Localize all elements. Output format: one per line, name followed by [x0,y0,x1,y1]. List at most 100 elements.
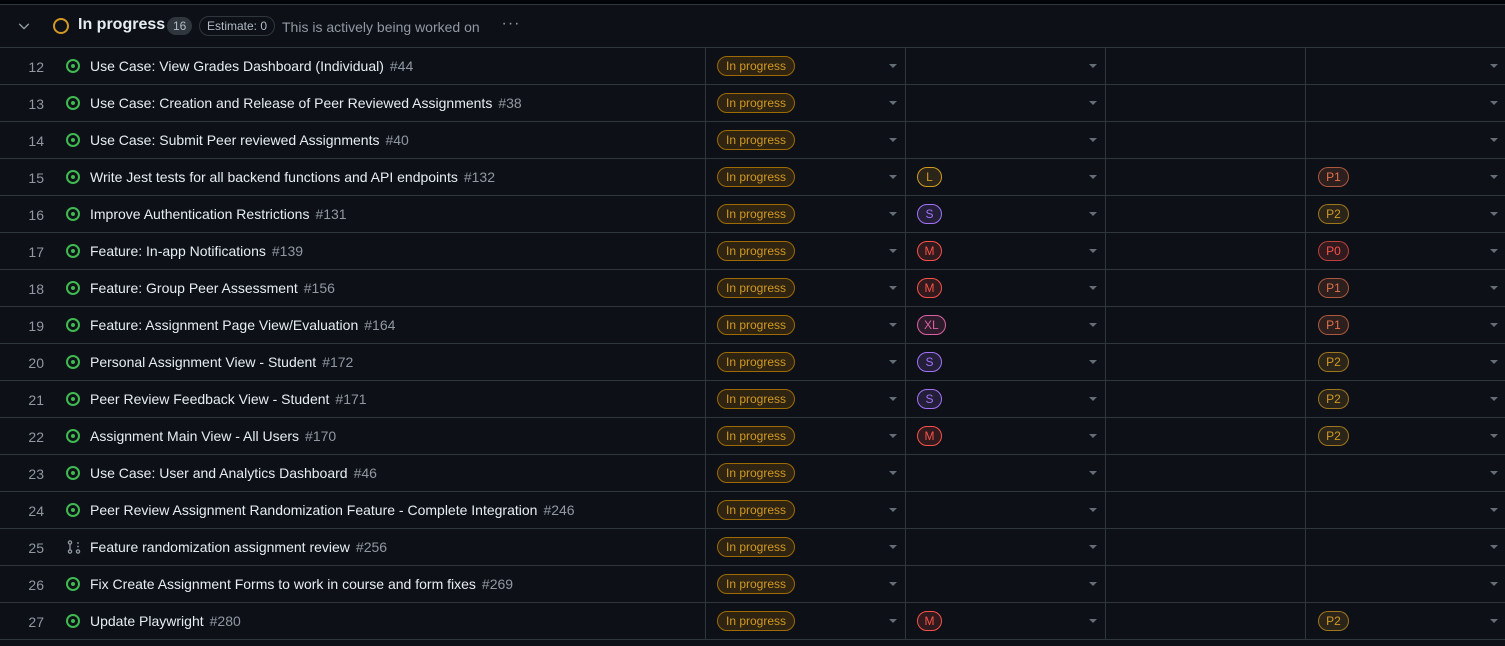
priority-cell[interactable]: P1 [1305,307,1505,343]
table-row[interactable]: 26 Fix Create Assignment Forms to work i… [0,566,1505,603]
issue-title-link[interactable]: Fix Create Assignment Forms to work in c… [90,576,476,592]
estimate-cell[interactable] [1105,270,1304,306]
table-row[interactable]: 22 Assignment Main View - All Users #170 … [0,418,1505,455]
priority-dropdown-icon[interactable] [1490,323,1498,327]
priority-cell[interactable]: P0 [1305,233,1505,269]
status-cell[interactable]: In progress [705,85,904,121]
issue-title-link[interactable]: Feature: Assignment Page View/Evaluation [90,317,358,333]
status-cell[interactable]: In progress [705,455,904,491]
priority-cell[interactable] [1305,566,1505,602]
size-dropdown-icon[interactable] [1089,471,1097,475]
table-row[interactable]: 19 Feature: Assignment Page View/Evaluat… [0,307,1505,344]
status-dropdown-icon[interactable] [889,138,897,142]
table-row[interactable]: 18 Feature: Group Peer Assessment #156 In… [0,270,1505,307]
size-cell[interactable]: S [905,196,1104,232]
estimate-cell[interactable] [1105,529,1304,565]
priority-dropdown-icon[interactable] [1490,212,1498,216]
title-cell[interactable]: Assignment Main View - All Users #170 [60,418,704,454]
issue-title-link[interactable]: Use Case: View Grades Dashboard (Individ… [90,58,384,74]
size-cell[interactable] [905,566,1104,602]
size-dropdown-icon[interactable] [1089,619,1097,623]
status-dropdown-icon[interactable] [889,619,897,623]
estimate-cell[interactable] [1105,85,1304,121]
priority-dropdown-icon[interactable] [1490,249,1498,253]
priority-cell[interactable]: P2 [1305,603,1505,639]
issue-title-link[interactable]: Update Playwright [90,613,204,629]
issue-title-link[interactable]: Feature: In-app Notifications [90,243,266,259]
priority-dropdown-icon[interactable] [1490,101,1498,105]
size-cell[interactable] [905,85,1104,121]
status-dropdown-icon[interactable] [889,175,897,179]
priority-cell[interactable] [1305,85,1505,121]
priority-dropdown-icon[interactable] [1490,545,1498,549]
estimate-cell[interactable] [1105,48,1304,84]
size-cell[interactable]: M [905,418,1104,454]
estimate-cell[interactable] [1105,344,1304,380]
priority-dropdown-icon[interactable] [1490,434,1498,438]
table-row[interactable]: 16 Improve Authentication Restrictions #1… [0,196,1505,233]
title-cell[interactable]: Peer Review Assignment Randomization Fea… [60,492,704,528]
more-options-button[interactable]: ··· [500,16,522,35]
size-dropdown-icon[interactable] [1089,397,1097,401]
size-cell[interactable]: M [905,233,1104,269]
issue-title-link[interactable]: Use Case: Submit Peer reviewed Assignmen… [90,132,379,148]
status-dropdown-icon[interactable] [889,360,897,364]
table-row[interactable]: 12 Use Case: View Grades Dashboard (Indi… [0,48,1505,85]
status-dropdown-icon[interactable] [889,323,897,327]
estimate-cell[interactable] [1105,196,1304,232]
status-cell[interactable]: In progress [705,159,904,195]
status-dropdown-icon[interactable] [889,397,897,401]
status-dropdown-icon[interactable] [889,64,897,68]
chevron-down-icon[interactable] [17,19,31,33]
status-dropdown-icon[interactable] [889,286,897,290]
priority-cell[interactable]: P2 [1305,418,1505,454]
size-cell[interactable] [905,529,1104,565]
size-dropdown-icon[interactable] [1089,101,1097,105]
priority-cell[interactable]: P2 [1305,381,1505,417]
estimate-cell[interactable] [1105,455,1304,491]
status-cell[interactable]: In progress [705,233,904,269]
title-cell[interactable]: Feature: Group Peer Assessment #156 [60,270,704,306]
size-dropdown-icon[interactable] [1089,249,1097,253]
size-cell[interactable]: S [905,381,1104,417]
size-cell[interactable] [905,48,1104,84]
priority-cell[interactable]: P1 [1305,270,1505,306]
estimate-cell[interactable] [1105,159,1304,195]
size-cell[interactable]: XL [905,307,1104,343]
size-dropdown-icon[interactable] [1089,286,1097,290]
priority-dropdown-icon[interactable] [1490,138,1498,142]
priority-dropdown-icon[interactable] [1490,360,1498,364]
size-cell[interactable]: L [905,159,1104,195]
issue-title-link[interactable]: Improve Authentication Restrictions [90,206,309,222]
estimate-cell[interactable] [1105,233,1304,269]
table-row[interactable]: 21 Peer Review Feedback View - Student #1… [0,381,1505,418]
status-dropdown-icon[interactable] [889,212,897,216]
status-cell[interactable]: In progress [705,122,904,158]
issue-title-link[interactable]: Personal Assignment View - Student [90,354,316,370]
size-cell[interactable] [905,455,1104,491]
estimate-cell[interactable] [1105,492,1304,528]
estimate-cell[interactable] [1105,381,1304,417]
status-dropdown-icon[interactable] [889,434,897,438]
priority-dropdown-icon[interactable] [1490,508,1498,512]
status-dropdown-icon[interactable] [889,249,897,253]
table-row[interactable]: 20 Personal Assignment View - Student #17… [0,344,1505,381]
priority-cell[interactable] [1305,492,1505,528]
title-cell[interactable]: Personal Assignment View - Student #172 [60,344,704,380]
table-row[interactable]: 23 Use Case: User and Analytics Dashboar… [0,455,1505,492]
issue-title-link[interactable]: Peer Review Assignment Randomization Fea… [90,502,537,518]
status-cell[interactable]: In progress [705,492,904,528]
size-dropdown-icon[interactable] [1089,64,1097,68]
priority-dropdown-icon[interactable] [1490,286,1498,290]
table-row[interactable]: 24 Peer Review Assignment Randomization … [0,492,1505,529]
size-cell[interactable]: M [905,603,1104,639]
estimate-cell[interactable] [1105,566,1304,602]
size-cell[interactable] [905,492,1104,528]
issue-title-link[interactable]: Assignment Main View - All Users [90,428,299,444]
title-cell[interactable]: Feature randomization assignment review #… [60,529,704,565]
table-row[interactable]: 27 Update Playwright #280 In progress M P… [0,603,1505,640]
title-cell[interactable]: Write Jest tests for all backend functio… [60,159,704,195]
issue-title-link[interactable]: Use Case: Creation and Release of Peer R… [90,95,492,111]
status-dropdown-icon[interactable] [889,101,897,105]
status-dropdown-icon[interactable] [889,582,897,586]
